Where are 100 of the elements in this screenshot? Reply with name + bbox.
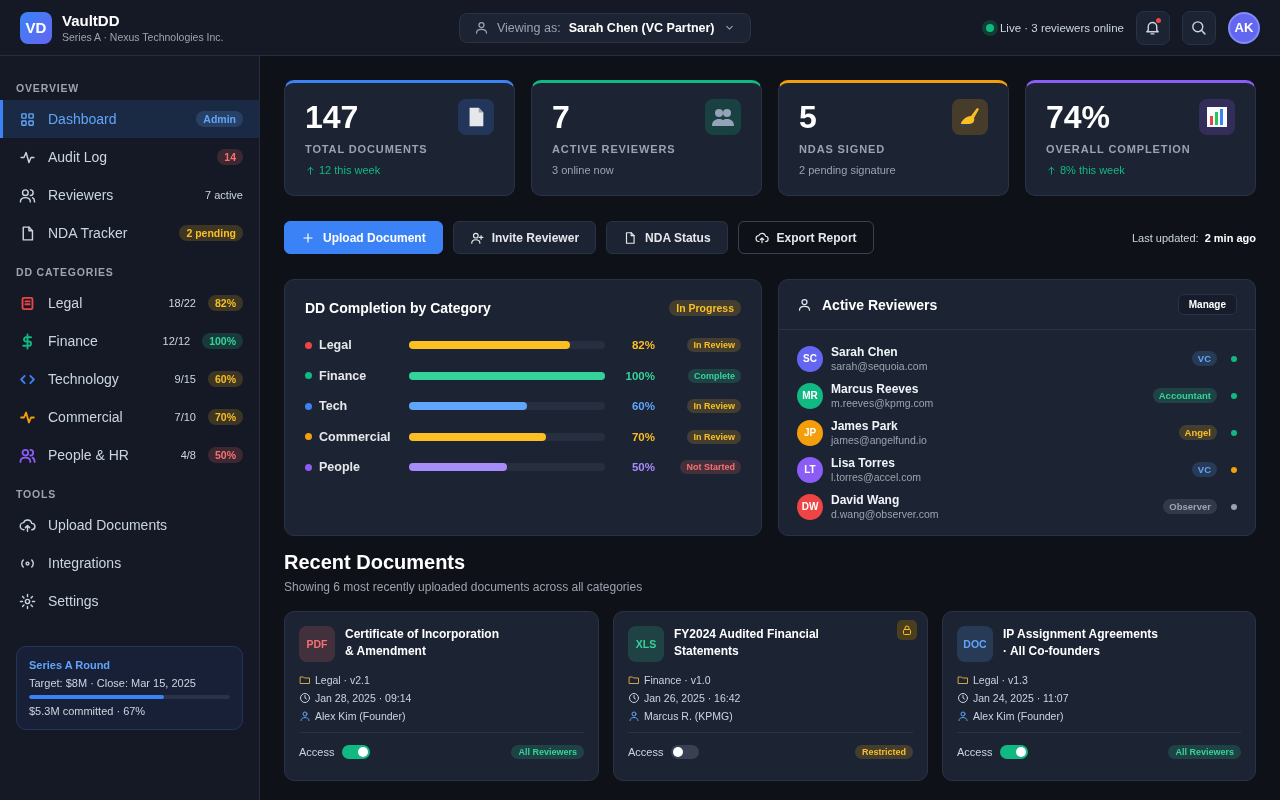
live-status-dot bbox=[985, 23, 994, 32]
document-card[interactable]: XLS FY2024 Audited Financial Statements Finance · v1.0 Jan 26, 2025 · 16:42 Marcus R. (KPMG) Access Restricted bbox=[613, 611, 928, 781]
document-title: Certificate of Incorporation & Amendment bbox=[345, 626, 499, 660]
reviewer-email: m.reeves@kpmg.com bbox=[831, 397, 935, 409]
access-tag: All Reviewers bbox=[511, 744, 584, 759]
stat-value: 74% bbox=[1046, 99, 1112, 135]
status-badge: In Review bbox=[687, 399, 741, 414]
sidebar-item[interactable]: Finance 12/12 100% bbox=[0, 322, 259, 360]
folder-icon bbox=[957, 674, 969, 686]
access-toggle[interactable] bbox=[671, 744, 700, 759]
user-icon bbox=[473, 20, 489, 35]
access-tag: Restricted bbox=[855, 744, 913, 759]
status-badge: In Progress bbox=[669, 300, 741, 316]
item-badge: 100% bbox=[202, 333, 243, 349]
reviewer-avatar: DW bbox=[797, 493, 823, 520]
sidebar-section-title: OVERVIEW bbox=[15, 82, 81, 94]
sidebar-item[interactable]: Reviewers 7 active bbox=[0, 176, 259, 214]
category-percent: 82% bbox=[630, 339, 656, 352]
bar-chart-icon bbox=[1206, 106, 1228, 128]
search-button[interactable] bbox=[1182, 10, 1216, 45]
document-author: Alex Kim (Founder) bbox=[973, 710, 1064, 722]
access-label: Access bbox=[299, 745, 335, 758]
stat-note: 3 online now bbox=[552, 164, 614, 176]
sidebar-item[interactable]: Integrations bbox=[0, 544, 259, 582]
sidebar-item-label: Audit Log bbox=[48, 149, 109, 165]
file-type-badge: DOC bbox=[957, 626, 993, 662]
sidebar-item[interactable]: Upload Documents bbox=[0, 506, 259, 544]
panel-title: DD Completion by Category bbox=[305, 300, 491, 316]
settings-icon bbox=[19, 592, 36, 610]
clock-icon bbox=[628, 692, 640, 704]
person-icon bbox=[628, 710, 640, 722]
category-percent: 100% bbox=[624, 369, 656, 382]
sidebar-item[interactable]: Commercial 7/10 70% bbox=[0, 398, 259, 436]
reviewer-name: James Park bbox=[831, 419, 899, 433]
document-card[interactable]: PDF Certificate of Incorporation & Amendment Legal · v2.1 Jan 28, 2025 · 09:14 Alex Kim (Founder) Access All Reviewers bbox=[284, 611, 599, 781]
plus-icon bbox=[301, 230, 315, 245]
live-status-text: Live · 3 reviewers online bbox=[999, 21, 1124, 34]
sidebar-item[interactable]: Dashboard Admin bbox=[0, 100, 259, 138]
sidebar-item[interactable]: People & HR 4/8 50% bbox=[0, 436, 259, 474]
item-badge: 60% bbox=[208, 371, 243, 387]
sidebar-item[interactable]: NDA Tracker 2 pending bbox=[0, 214, 259, 252]
reviewer-name: Lisa Torres bbox=[831, 456, 896, 470]
sidebar-item[interactable]: Technology 9/15 60% bbox=[0, 360, 259, 398]
action-button[interactable]: Export Report bbox=[737, 221, 874, 254]
user-avatar[interactable]: AK bbox=[1228, 11, 1260, 44]
sidebar-item-label: People & HR bbox=[48, 447, 130, 463]
document-category: Finance · v1.0 bbox=[644, 674, 711, 686]
document-category: Legal · v1.3 bbox=[973, 674, 1028, 686]
category-percent: 70% bbox=[630, 430, 656, 443]
item-badge: 14 bbox=[217, 149, 243, 165]
users-icon bbox=[19, 186, 36, 204]
sidebar-item-label: Dashboard bbox=[48, 111, 118, 127]
action-button[interactable]: Upload Document bbox=[284, 221, 443, 254]
category-name: Commercial bbox=[319, 429, 391, 444]
role-tag: Accountant bbox=[1152, 388, 1217, 403]
document-date: Jan 26, 2025 · 16:42 bbox=[644, 692, 741, 704]
document-card[interactable]: DOC IP Assignment Agreements · All Co-founders Legal · v1.3 Jan 24, 2025 · 11:07 Alex Kim (Founder) Access All Reviewers bbox=[942, 611, 1256, 781]
item-count: 7 active bbox=[205, 189, 243, 201]
stat-note: 12 this week bbox=[319, 164, 381, 176]
item-badge: Admin bbox=[196, 111, 243, 127]
sidebar-item-label: Upload Documents bbox=[48, 517, 169, 533]
search-icon bbox=[1190, 19, 1208, 36]
reviewer-name: Marcus Reeves bbox=[831, 382, 920, 396]
role-tag: VC bbox=[1191, 351, 1217, 366]
sidebar-section-title: TOOLS bbox=[15, 488, 58, 500]
sidebar-item-label: NDA Tracker bbox=[48, 225, 129, 241]
person-icon bbox=[299, 710, 311, 722]
notifications-button[interactable] bbox=[1136, 10, 1170, 45]
sidebar-item[interactable]: Settings bbox=[0, 582, 259, 620]
sidebar-item[interactable]: Audit Log 14 bbox=[0, 138, 259, 176]
sidebar-item[interactable]: Legal 18/22 82% bbox=[0, 284, 259, 322]
role-tag: Observer bbox=[1163, 499, 1217, 514]
stat-value: 147 bbox=[305, 99, 360, 135]
reviewer-avatar: LT bbox=[797, 456, 823, 483]
manage-button[interactable]: Manage bbox=[1177, 294, 1237, 315]
sidebar-section-title: DD CATEGORIES bbox=[15, 266, 115, 278]
stat-label: ACTIVE REVIEWERS bbox=[552, 143, 676, 155]
viewing-as-selector[interactable]: Viewing as: Sarah Chen (VC Partner) bbox=[458, 12, 751, 43]
section-title: Recent Documents bbox=[284, 551, 467, 574]
round-title: Series A Round bbox=[29, 659, 112, 671]
clock-icon bbox=[957, 692, 969, 704]
item-badge: 70% bbox=[208, 409, 243, 425]
sidebar-item-label: Technology bbox=[48, 371, 120, 387]
app-name: VaultDD bbox=[62, 12, 121, 29]
access-toggle[interactable] bbox=[1000, 744, 1029, 759]
item-count: 9/15 bbox=[174, 373, 196, 385]
file-type-badge: XLS bbox=[628, 626, 664, 662]
last-updated-value: 2 min ago bbox=[1204, 231, 1256, 244]
stat-label: OVERALL COMPLETION bbox=[1046, 143, 1191, 155]
action-button[interactable]: Invite Reviewer bbox=[452, 221, 597, 254]
reviewer-email: sarah@sequoia.com bbox=[831, 360, 929, 372]
access-toggle[interactable] bbox=[342, 744, 371, 759]
reviewer-avatar: SC bbox=[797, 345, 823, 372]
reviewer-email: d.wang@observer.com bbox=[831, 508, 940, 520]
file-icon bbox=[623, 230, 638, 245]
action-button[interactable]: NDA Status bbox=[606, 221, 728, 254]
sidebar-item-label: Integrations bbox=[48, 555, 123, 571]
grid-icon bbox=[19, 110, 36, 128]
category-name: Tech bbox=[319, 399, 348, 414]
document-date: Jan 24, 2025 · 11:07 bbox=[973, 692, 1069, 704]
